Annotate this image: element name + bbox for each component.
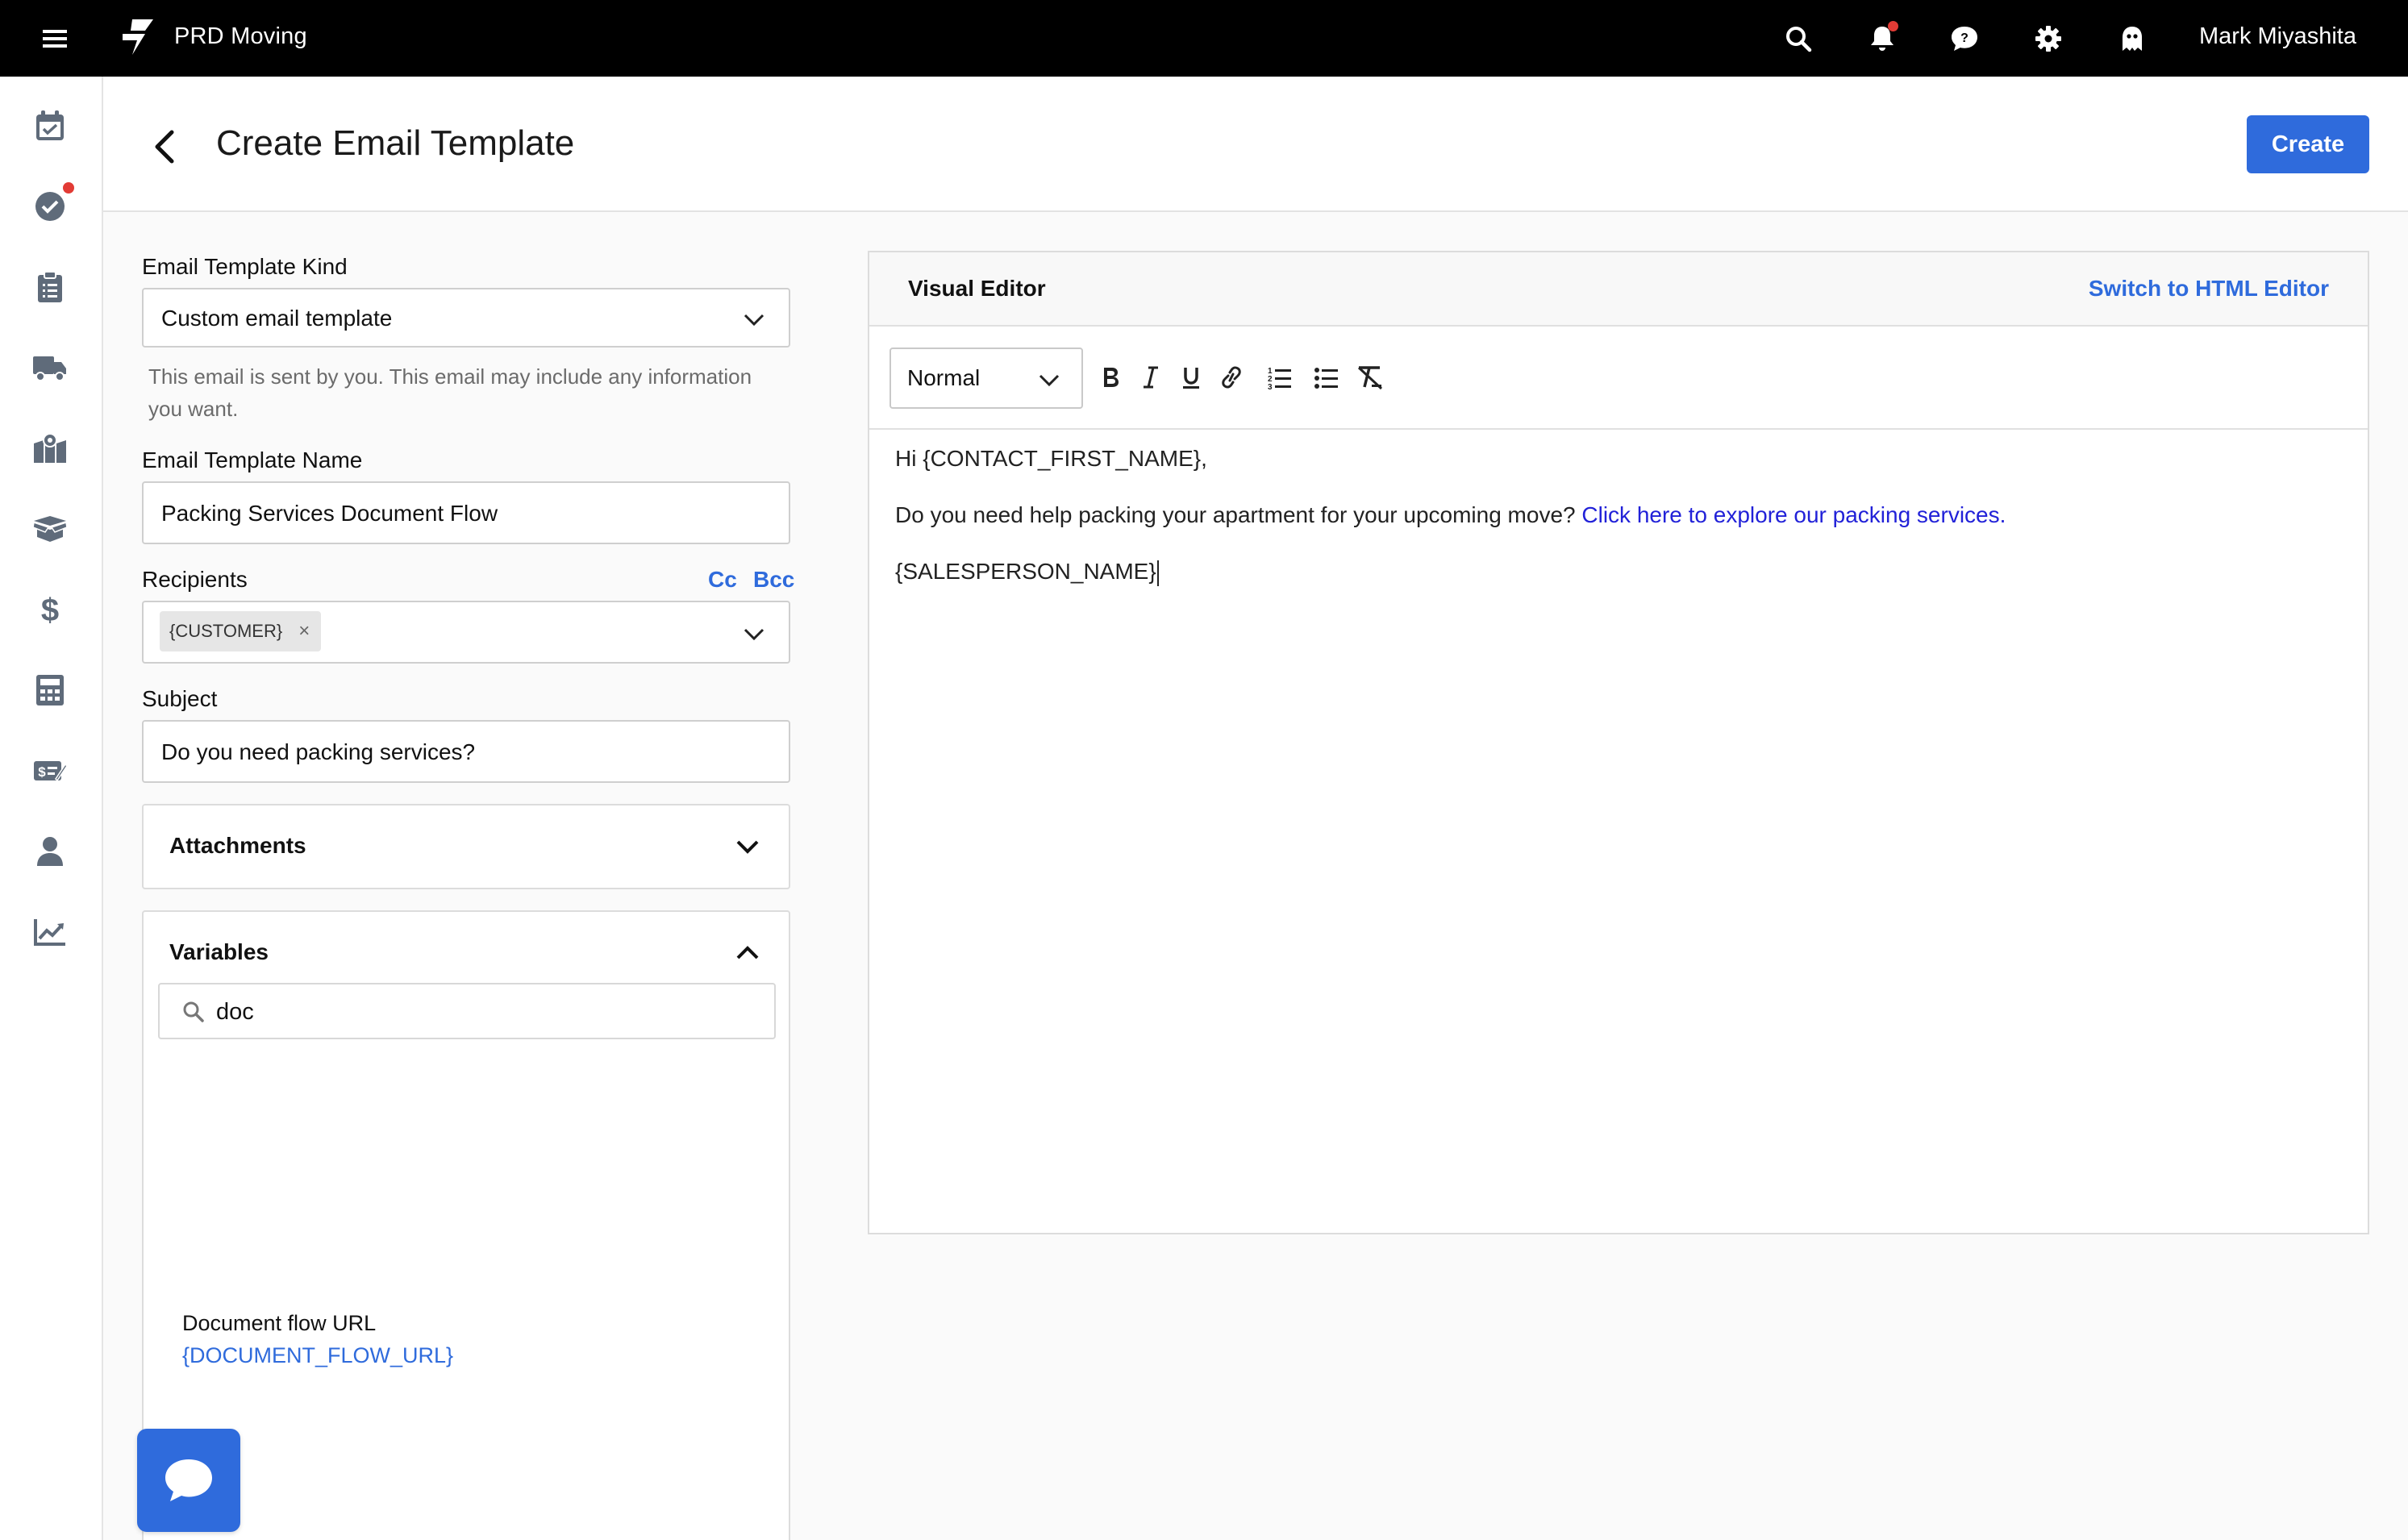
chevron-down-icon (744, 314, 764, 327)
underline-icon[interactable] (1173, 359, 1210, 396)
variables-search-input[interactable] (216, 994, 748, 1030)
format-select[interactable]: Normal (889, 348, 1083, 409)
name-label: Email Template Name (142, 447, 363, 472)
chat-bubble-icon (165, 1459, 212, 1501)
gear-icon[interactable] (2032, 23, 2064, 55)
visual-editor: Visual Editor Switch to HTML Editor Norm… (868, 251, 2369, 1234)
chevron-down-icon (1039, 374, 1060, 387)
dollar-icon[interactable]: $ (31, 590, 69, 629)
chip-remove-icon[interactable]: × (298, 620, 310, 643)
brand-logo-icon[interactable] (121, 18, 155, 56)
switch-html-editor-link[interactable]: Switch to HTML Editor (2089, 276, 2329, 302)
text-caret (1156, 560, 1159, 586)
support-chat-button[interactable] (137, 1429, 240, 1532)
back-arrow-icon[interactable] (144, 125, 184, 169)
svg-text:$: $ (38, 764, 46, 780)
recipients-select[interactable]: {CUSTOMER} × (142, 601, 790, 664)
user-icon[interactable] (31, 832, 69, 871)
variable-name: Document flow URL (182, 1311, 377, 1335)
variables-title: Variables (169, 939, 269, 964)
bell-icon[interactable] (1866, 21, 1898, 55)
page-title: Create Email Template (216, 123, 575, 163)
top-bar: PRD Moving ? Mark Miyashita (0, 0, 2408, 77)
chart-line-icon[interactable] (31, 913, 69, 951)
subject-input[interactable]: Do you need packing services? (142, 720, 790, 783)
email-body-text: Do you need help packing your apartment … (895, 502, 1582, 527)
calculator-icon[interactable] (31, 671, 69, 710)
ghost-icon[interactable] (2116, 23, 2148, 55)
recipient-chip-label: {CUSTOMER} (169, 621, 283, 641)
brand-name[interactable]: PRD Moving (174, 23, 307, 50)
ticket-icon[interactable]: $ (31, 751, 69, 790)
create-button[interactable]: Create (2247, 115, 2369, 173)
attachments-title: Attachments (169, 833, 306, 858)
notification-dot (1888, 21, 1898, 31)
template-name-value: Packing Services Document Flow (161, 501, 498, 526)
recipient-chip: {CUSTOMER} × (160, 611, 322, 651)
check-circle-icon[interactable] (31, 182, 74, 226)
italic-icon[interactable] (1132, 359, 1169, 396)
email-greeting-line: Hi {CONTACT_FIRST_NAME}, (895, 446, 1207, 471)
search-icon (183, 1001, 204, 1022)
truck-icon[interactable] (31, 348, 69, 387)
email-signature-text: {SALESPERSON_NAME} (895, 559, 1156, 584)
chevron-down-icon (744, 628, 764, 641)
ordered-list-icon[interactable]: 123 (1261, 359, 1298, 396)
editor-toolbar: Normal 123 (869, 327, 2368, 430)
sidebar: $ $ (0, 77, 103, 1540)
map-icon[interactable] (31, 429, 69, 468)
variable-token[interactable]: {DOCUMENT_FLOW_URL} (182, 1339, 453, 1371)
page-header: Create Email Template Create (103, 77, 2408, 212)
kind-select[interactable]: Custom email template (142, 288, 790, 348)
subject-value: Do you need packing services? (161, 739, 476, 764)
svg-text:$: $ (41, 593, 59, 626)
subject-label: Subject (142, 686, 218, 711)
bullet-list-icon[interactable] (1308, 359, 1345, 396)
chat-question-icon[interactable]: ? (1948, 23, 1981, 55)
template-name-input[interactable]: Packing Services Document Flow (142, 481, 790, 544)
recipients-label: Recipients (142, 567, 248, 592)
variables-search[interactable] (158, 983, 776, 1039)
clear-format-icon[interactable] (1352, 359, 1389, 396)
bcc-link[interactable]: Bcc (753, 567, 794, 593)
editor-title: Visual Editor (908, 276, 1046, 301)
variable-result[interactable]: Document flow URL {DOCUMENT_FLOW_URL} (182, 1307, 453, 1371)
calendar-check-icon[interactable] (31, 106, 69, 145)
menu-icon[interactable] (39, 23, 71, 55)
email-body-line: Do you need help packing your apartment … (895, 502, 2006, 528)
notification-dot (63, 182, 74, 194)
chevron-down-icon[interactable] (735, 839, 760, 855)
search-icon[interactable] (1782, 23, 1814, 55)
box-open-icon[interactable] (31, 510, 69, 548)
attachments-panel[interactable]: Attachments (142, 804, 790, 889)
editor-header: Visual Editor Switch to HTML Editor (869, 252, 2368, 327)
link-icon[interactable] (1213, 359, 1250, 396)
svg-text:?: ? (1960, 31, 1968, 45)
packing-services-link[interactable]: Click here to explore our packing servic… (1581, 502, 2006, 527)
kind-label: Email Template Kind (142, 254, 348, 279)
clipboard-icon[interactable] (31, 268, 69, 306)
chevron-up-icon[interactable] (735, 944, 760, 960)
kind-select-value: Custom email template (161, 306, 393, 331)
cc-link[interactable]: Cc (708, 567, 737, 593)
email-signature-line: {SALESPERSON_NAME} (895, 559, 1159, 586)
user-menu[interactable]: Mark Miyashita (2199, 23, 2356, 50)
kind-help-text: This email is sent by you. This email ma… (148, 364, 752, 421)
format-select-value: Normal (907, 365, 981, 390)
bold-icon[interactable] (1092, 359, 1129, 396)
svg-text:3: 3 (1268, 383, 1273, 389)
